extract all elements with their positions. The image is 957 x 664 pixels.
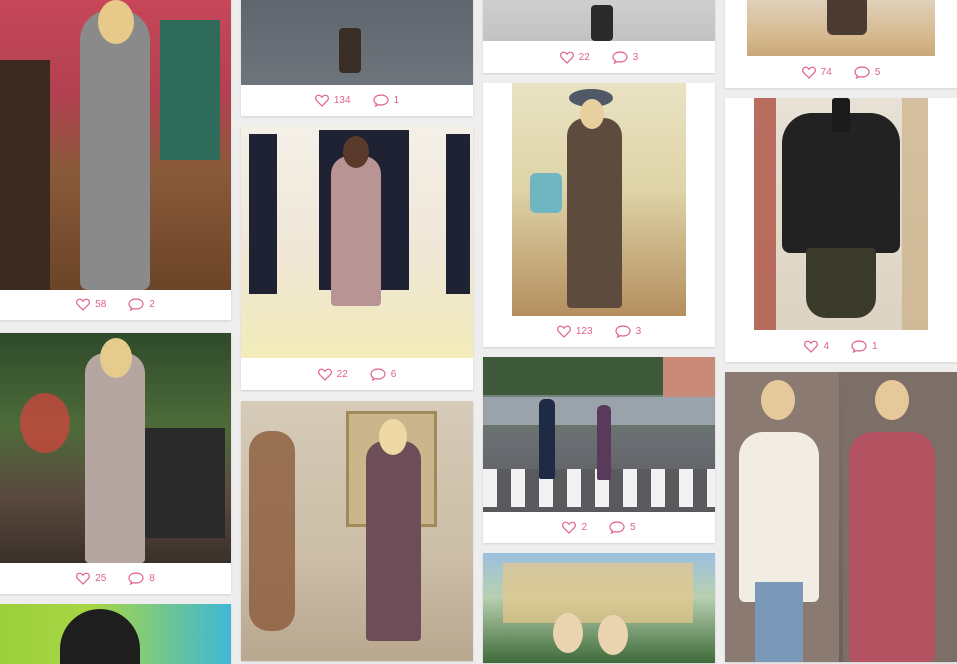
photo-card[interactable]: 22 3 bbox=[483, 0, 715, 73]
comment-button[interactable]: 1 bbox=[851, 339, 878, 353]
like-count: 58 bbox=[95, 298, 107, 310]
like-count: 22 bbox=[578, 51, 590, 63]
like-count: 22 bbox=[336, 368, 348, 380]
outfit-photo[interactable] bbox=[512, 83, 686, 316]
engagement-bar: 4 1 bbox=[725, 330, 957, 362]
heart-outline-icon bbox=[559, 51, 574, 64]
comment-count: 5 bbox=[874, 66, 881, 78]
photo-card[interactable]: 134 1 bbox=[241, 0, 473, 116]
comment-count: 3 bbox=[635, 325, 642, 337]
comment-button[interactable]: 2 bbox=[128, 297, 155, 311]
outfit-photo[interactable] bbox=[241, 401, 473, 661]
photo-card[interactable]: 4 1 bbox=[725, 98, 957, 362]
like-button[interactable]: 134 bbox=[314, 94, 351, 107]
like-count: 134 bbox=[333, 94, 351, 106]
like-button[interactable]: 22 bbox=[559, 51, 590, 64]
speech-bubble-icon bbox=[372, 93, 389, 107]
speech-bubble-icon bbox=[370, 367, 386, 381]
like-button[interactable]: 2 bbox=[562, 521, 587, 534]
comment-count: 5 bbox=[630, 521, 636, 533]
engagement-bar: 2 5 bbox=[483, 511, 715, 543]
photo-card[interactable] bbox=[241, 401, 473, 661]
speech-bubble-icon bbox=[614, 324, 631, 338]
speech-bubble-icon bbox=[128, 571, 144, 585]
photo-card[interactable]: 58 2 bbox=[0, 0, 231, 320]
comment-count: 6 bbox=[390, 368, 397, 380]
speech-bubble-icon bbox=[128, 297, 144, 311]
engagement-bar: 22 6 bbox=[241, 358, 473, 390]
outfit-photo[interactable] bbox=[483, 0, 715, 41]
heart-outline-icon bbox=[804, 340, 819, 353]
heart-outline-icon bbox=[76, 298, 91, 311]
outfit-photo[interactable] bbox=[483, 553, 715, 663]
engagement-bar: 22 3 bbox=[483, 41, 715, 73]
like-count: 4 bbox=[823, 340, 829, 352]
photo-card[interactable]: 123 3 bbox=[483, 83, 715, 347]
comment-button[interactable]: 3 bbox=[612, 50, 639, 64]
outfit-photo[interactable] bbox=[483, 357, 715, 512]
like-button[interactable]: 4 bbox=[804, 340, 829, 353]
outfit-photo[interactable] bbox=[241, 0, 473, 85]
photo-card[interactable]: 25 8 bbox=[0, 333, 231, 594]
outfit-photo[interactable] bbox=[747, 0, 935, 56]
outfit-photo[interactable] bbox=[0, 604, 231, 664]
comment-button[interactable]: 5 bbox=[854, 65, 881, 79]
heart-outline-icon bbox=[317, 368, 332, 381]
engagement-bar: 134 1 bbox=[241, 84, 473, 116]
speech-bubble-icon bbox=[609, 520, 625, 534]
speech-bubble-icon bbox=[612, 50, 628, 64]
photo-card[interactable]: 22 6 bbox=[241, 126, 473, 390]
comment-count: 1 bbox=[872, 340, 878, 352]
photo-card[interactable] bbox=[0, 604, 231, 664]
photo-card[interactable] bbox=[725, 372, 957, 662]
comment-button[interactable]: 1 bbox=[372, 93, 400, 107]
comment-count: 3 bbox=[632, 51, 639, 63]
engagement-bar: 74 5 bbox=[725, 56, 957, 88]
like-button[interactable]: 58 bbox=[76, 298, 106, 311]
like-count: 74 bbox=[820, 66, 832, 78]
outfit-photo[interactable] bbox=[0, 0, 231, 290]
like-count: 25 bbox=[95, 572, 107, 584]
heart-outline-icon bbox=[801, 66, 816, 79]
comment-count: 8 bbox=[149, 572, 155, 584]
comment-button[interactable]: 3 bbox=[614, 324, 642, 338]
photo-card[interactable] bbox=[483, 553, 715, 663]
like-button[interactable]: 123 bbox=[556, 325, 593, 338]
like-button[interactable]: 22 bbox=[317, 368, 348, 381]
comment-button[interactable]: 8 bbox=[128, 571, 155, 585]
heart-outline-icon bbox=[556, 325, 571, 338]
comment-button[interactable]: 6 bbox=[370, 367, 397, 381]
like-count: 2 bbox=[581, 521, 587, 533]
outfit-photo[interactable] bbox=[725, 372, 957, 662]
engagement-bar: 25 8 bbox=[0, 562, 231, 594]
speech-bubble-icon bbox=[854, 65, 870, 79]
engagement-bar: 123 3 bbox=[483, 315, 715, 347]
like-button[interactable]: 74 bbox=[801, 66, 832, 79]
outfit-photo[interactable] bbox=[0, 333, 231, 563]
outfit-photo[interactable] bbox=[754, 98, 928, 330]
like-count: 123 bbox=[575, 325, 593, 337]
heart-outline-icon bbox=[562, 521, 577, 534]
engagement-bar: 58 2 bbox=[0, 288, 231, 320]
photo-card[interactable]: 2 5 bbox=[483, 357, 715, 543]
heart-outline-icon bbox=[76, 572, 91, 585]
photo-card[interactable]: 74 5 bbox=[725, 0, 957, 88]
comment-count: 2 bbox=[149, 298, 155, 310]
comment-button[interactable]: 5 bbox=[609, 520, 636, 534]
comment-count: 1 bbox=[393, 94, 400, 106]
outfit-photo[interactable] bbox=[241, 126, 473, 358]
like-button[interactable]: 25 bbox=[76, 572, 106, 585]
heart-outline-icon bbox=[314, 94, 329, 107]
speech-bubble-icon bbox=[851, 339, 867, 353]
